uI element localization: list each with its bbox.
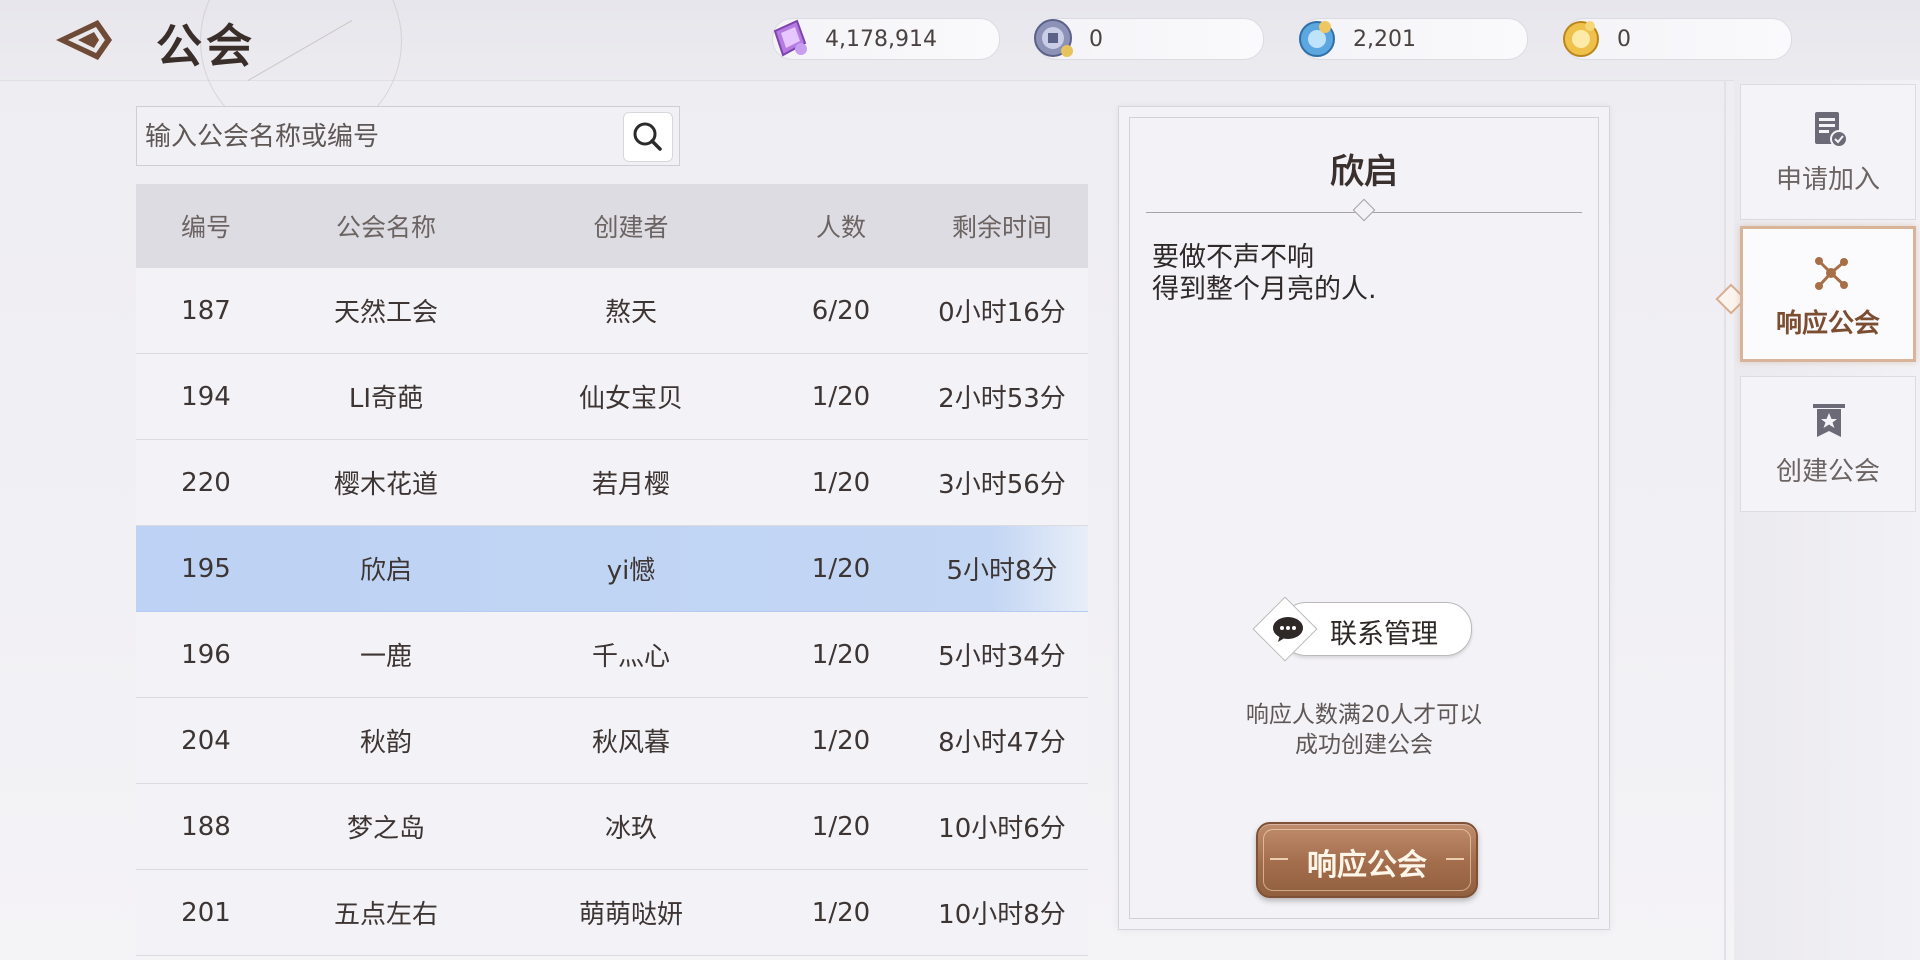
- cell-time: 3小时56分: [938, 470, 1066, 500]
- cell-name: 一鹿: [359, 642, 412, 672]
- page-title: 公会: [156, 19, 256, 73]
- currency-value: 2,201: [1353, 27, 1416, 52]
- cell-time: 0小时16分: [938, 298, 1066, 328]
- cell-id: 195: [181, 553, 231, 584]
- search-input[interactable]: [143, 115, 627, 159]
- cell-members: 1/20: [811, 553, 871, 584]
- coin-icon: [1031, 15, 1077, 61]
- currency-value: 0: [1089, 27, 1103, 52]
- crystal-icon: [767, 15, 813, 61]
- cell-creator: 冰玖: [604, 814, 657, 844]
- currency-silver-coin: 0: [1034, 18, 1264, 60]
- cell-id: 220: [181, 467, 231, 498]
- apply-document-icon: [1815, 112, 1848, 148]
- banner-star-icon: [1813, 404, 1845, 437]
- table-row[interactable]: 187 天然工会 熬天 6/20 0小时16分: [136, 268, 1088, 354]
- guild-motto: 要做不声不响 得到整个月亮的人.: [1152, 242, 1377, 305]
- cell-id: 187: [181, 295, 231, 326]
- guild-name: 欣启: [1330, 152, 1398, 192]
- cell-id: 194: [181, 381, 231, 412]
- table-row[interactable]: 204 秋韵 秋风暮 1/20 8小时47分: [136, 698, 1088, 784]
- search-bar: [136, 106, 680, 166]
- cell-time: 10小时6分: [938, 814, 1066, 844]
- cell-time: 5小时8分: [946, 556, 1058, 586]
- back-arrow-icon[interactable]: [52, 14, 116, 66]
- cell-name: LI奇葩: [348, 384, 424, 414]
- currency-blue-orb: 2,201: [1299, 18, 1528, 60]
- cell-creator: 秋风暮: [591, 728, 670, 758]
- contact-admin-button[interactable]: 联系管理: [1252, 596, 1472, 662]
- requirement-hint: 响应人数满20人才可以 成功创建公会: [1245, 702, 1483, 758]
- blue-orb-icon: [1295, 15, 1341, 61]
- currency-value: 4,178,914: [825, 27, 937, 52]
- tab-label: 响应公会: [1775, 309, 1880, 339]
- chat-bubble-icon: [1273, 617, 1303, 642]
- table-row[interactable]: 201 五点左右 萌萌哒妍 1/20 10小时8分: [136, 870, 1088, 956]
- respond-guild-button[interactable]: 响应公会: [1256, 822, 1478, 898]
- cell-members: 1/20: [811, 725, 871, 756]
- search-button[interactable]: [623, 112, 673, 162]
- cell-name: 梦之岛: [346, 814, 425, 844]
- respond-guild-label: 响应公会: [1307, 848, 1427, 883]
- tab-respond-guild[interactable]: 响应公会: [1740, 226, 1916, 362]
- cell-time: 10小时8分: [938, 900, 1066, 930]
- cell-id: 196: [181, 639, 231, 670]
- cell-members: 1/20: [811, 897, 871, 928]
- table-row[interactable]: 194 LI奇葩 仙女宝贝 1/20 2小时53分: [136, 354, 1088, 440]
- table-row[interactable]: 220 樱木花道 若月樱 1/20 3小时56分: [136, 440, 1088, 526]
- cell-id: 204: [181, 725, 231, 756]
- cell-name: 秋韵: [359, 728, 412, 758]
- network-nodes-icon: [1815, 257, 1848, 290]
- column-header-id: 编号: [180, 213, 231, 242]
- guild-detail-panel: 欣启 要做不声不响 得到整个月亮的人. 联系管理 响应人数满20人才可以 成功创…: [1118, 106, 1610, 930]
- tab-apply-join[interactable]: 申请加入: [1740, 84, 1916, 220]
- cell-creator: 仙女宝贝: [578, 384, 683, 414]
- table-row[interactable]: 188 梦之岛 冰玖 1/20 10小时6分: [136, 784, 1088, 870]
- side-divider: [1724, 80, 1726, 960]
- cell-members: 1/20: [811, 381, 871, 412]
- cell-members: 1/20: [811, 467, 871, 498]
- cell-name: 樱木花道: [333, 470, 438, 500]
- cell-members: 1/20: [811, 811, 871, 842]
- column-header-members: 人数: [815, 213, 866, 242]
- panel-frame: 欣启 要做不声不响 得到整个月亮的人. 联系管理 响应人数满20人才可以 成功创…: [1129, 117, 1599, 919]
- cell-members: 1/20: [811, 639, 871, 670]
- cell-name: 欣启: [359, 556, 412, 586]
- cell-members: 6/20: [811, 295, 871, 326]
- currency-gold-orb: 0: [1563, 18, 1792, 60]
- cell-creator: 萌萌哒妍: [578, 900, 683, 930]
- cell-creator: 千灬心: [591, 642, 670, 672]
- table-row-selected[interactable]: 195 欣启 yi憾 1/20 5小时8分: [136, 526, 1088, 612]
- cell-time: 8小时47分: [938, 728, 1066, 758]
- cell-name: 天然工会: [333, 298, 438, 328]
- contact-admin-label: 联系管理: [1330, 619, 1438, 650]
- cell-creator: 熬天: [604, 298, 657, 328]
- currency-crystal: 4,178,914: [772, 18, 1000, 60]
- cell-id: 201: [181, 897, 231, 928]
- cell-id: 188: [181, 811, 231, 842]
- tab-create-guild[interactable]: 创建公会: [1740, 376, 1916, 512]
- cell-creator: yi憾: [606, 556, 656, 586]
- tab-label: 申请加入: [1775, 165, 1880, 195]
- column-header-creator: 创建者: [593, 213, 669, 242]
- gold-orb-icon: [1559, 15, 1605, 61]
- table-row[interactable]: 196 一鹿 千灬心 1/20 5小时34分: [136, 612, 1088, 698]
- top-bar: 公会 4,178,914 0 2,201 0: [0, 0, 1920, 142]
- cell-creator: 若月樱: [591, 470, 670, 500]
- cell-name: 五点左右: [333, 900, 438, 930]
- guild-table: 编号 公会名称 创建者 人数 剩余时间 187 天然工会 熬天 6/20 0小时…: [136, 184, 1088, 956]
- table-header: 编号 公会名称 创建者 人数 剩余时间: [136, 184, 1088, 268]
- cell-time: 2小时53分: [938, 384, 1066, 414]
- cell-time: 5小时34分: [938, 642, 1066, 672]
- column-header-time: 剩余时间: [951, 213, 1052, 242]
- divider-diamond-icon: [1352, 198, 1376, 222]
- currency-value: 0: [1617, 27, 1631, 52]
- tab-label: 创建公会: [1775, 457, 1880, 487]
- column-header-name: 公会名称: [335, 213, 436, 242]
- search-icon: [633, 122, 662, 151]
